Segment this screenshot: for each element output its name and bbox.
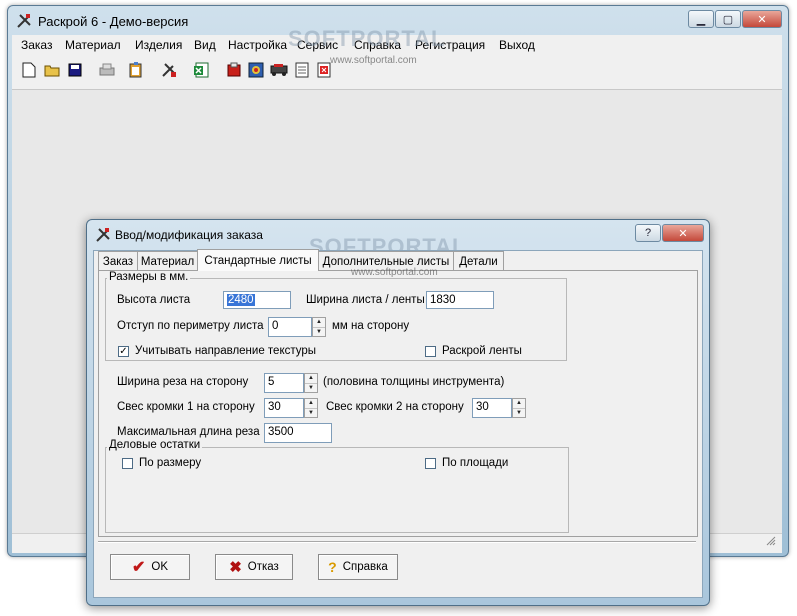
spin-up-icon[interactable]: ▲ bbox=[305, 399, 317, 409]
dialog-close-button[interactable]: ✕ bbox=[662, 224, 704, 242]
max-cut-label: Максимальная длина реза bbox=[117, 426, 260, 438]
dialog-title: Ввод/модификация заказа bbox=[115, 228, 263, 242]
question-icon: ? bbox=[328, 559, 337, 575]
overhang1-spinner[interactable]: ▲ ▼ bbox=[304, 398, 318, 418]
minimize-button[interactable]: ▁ bbox=[688, 10, 714, 28]
tab-material[interactable]: Материал bbox=[137, 251, 198, 271]
dialog-help-button[interactable]: ? bbox=[635, 224, 661, 242]
tab-details[interactable]: Детали bbox=[453, 251, 504, 271]
help-button-label: Справка bbox=[342, 561, 388, 573]
app-tools-icon bbox=[16, 13, 32, 32]
window-title: Раскрой 6 - Демо-версия bbox=[38, 14, 189, 29]
notepad-icon[interactable] bbox=[293, 61, 311, 79]
by-size-checkbox[interactable] bbox=[122, 458, 133, 469]
tape-cut-checkbox[interactable] bbox=[425, 346, 436, 357]
dialog-body: Заказ Материал Стандартные листы Дополни… bbox=[93, 249, 703, 598]
excel-icon[interactable] bbox=[192, 61, 210, 79]
cut-width-note: (половина толщины инструмента) bbox=[323, 376, 505, 388]
margin-spinner[interactable]: ▲ ▼ bbox=[312, 317, 326, 337]
cancel-button-label: Отказ bbox=[247, 561, 279, 573]
cut-width-label: Ширина реза на сторону bbox=[117, 376, 249, 388]
help-button[interactable]: ? Справка bbox=[318, 554, 398, 580]
maximize-icon: ▢ bbox=[722, 13, 734, 26]
red-book-icon[interactable] bbox=[225, 61, 243, 79]
overhang2-label: Свес кромки 2 на сторону bbox=[326, 401, 464, 413]
sheet-height-input[interactable]: 2480 bbox=[223, 291, 291, 309]
max-cut-input[interactable]: 3500 bbox=[264, 423, 332, 443]
clipboard-icon[interactable] bbox=[127, 61, 145, 79]
margin-unit-label: мм на сторону bbox=[332, 320, 410, 332]
remnants-group-legend: Деловые остатки bbox=[107, 439, 203, 451]
watermark-url: www.softportal.com bbox=[351, 267, 438, 278]
order-dialog: Ввод/модификация заказа ? ✕ SOFTPORTAL w… bbox=[86, 219, 710, 606]
by-area-checkbox[interactable] bbox=[425, 458, 436, 469]
spin-down-icon[interactable]: ▼ bbox=[305, 384, 317, 393]
resize-grip-icon[interactable] bbox=[766, 535, 776, 549]
ok-button-label: OK bbox=[151, 561, 169, 573]
sheet-height-label: Высота листа bbox=[117, 294, 191, 306]
close-button[interactable]: ✕ bbox=[742, 10, 782, 28]
tools-icon[interactable] bbox=[160, 61, 178, 79]
margin-label: Отступ по периметру листа bbox=[117, 320, 264, 332]
sheet-width-input[interactable]: 1830 bbox=[426, 291, 494, 309]
cancel-button[interactable]: ✖ Отказ bbox=[215, 554, 293, 580]
menu-products[interactable]: Изделия bbox=[135, 38, 182, 52]
close-icon: ✕ bbox=[678, 227, 688, 240]
open-folder-icon[interactable] bbox=[43, 61, 61, 79]
watermark-url: www.softportal.com bbox=[330, 55, 417, 66]
spin-up-icon[interactable]: ▲ bbox=[305, 374, 317, 384]
tab-order[interactable]: Заказ bbox=[98, 251, 138, 271]
watermark-logo: SOFTPORTAL bbox=[288, 26, 446, 51]
tab-page-standard-sheets: Размеры в мм. Высота листа 2480 Ширина л… bbox=[98, 270, 698, 537]
sizes-group-legend: Размеры в мм. bbox=[107, 271, 191, 283]
ok-button[interactable]: ✔ OK bbox=[110, 554, 190, 580]
spin-down-icon[interactable]: ▼ bbox=[513, 409, 525, 418]
by-area-label: По площади bbox=[442, 457, 509, 469]
overhang2-input[interactable]: 30 bbox=[472, 398, 512, 418]
checkmark-icon: ✔ bbox=[131, 559, 146, 576]
by-size-label: По размеру bbox=[139, 457, 202, 469]
new-file-icon[interactable] bbox=[20, 61, 38, 79]
print-icon[interactable] bbox=[98, 61, 116, 79]
menu-view[interactable]: Вид bbox=[194, 38, 216, 52]
overhang2-spinner[interactable]: ▲ ▼ bbox=[512, 398, 526, 418]
help-icon: ? bbox=[644, 227, 652, 239]
menu-order[interactable]: Заказ bbox=[21, 38, 52, 52]
spin-down-icon[interactable]: ▼ bbox=[313, 328, 325, 337]
menu-exit[interactable]: Выход bbox=[499, 38, 535, 52]
cancel-x-icon: ✖ bbox=[229, 559, 242, 576]
truck-icon[interactable] bbox=[270, 61, 288, 79]
tab-standard-sheets[interactable]: Стандартные листы bbox=[197, 249, 319, 271]
cut-width-spinner[interactable]: ▲ ▼ bbox=[304, 373, 318, 393]
minimize-icon: ▁ bbox=[696, 13, 706, 26]
spin-up-icon[interactable]: ▲ bbox=[313, 318, 325, 328]
image-icon[interactable] bbox=[247, 61, 265, 79]
close-icon: ✕ bbox=[757, 13, 767, 26]
spin-up-icon[interactable]: ▲ bbox=[513, 399, 525, 409]
cut-width-input[interactable]: 5 bbox=[264, 373, 304, 393]
checkmark-icon: ✓ bbox=[119, 345, 128, 357]
button-separator bbox=[98, 541, 696, 543]
spin-down-icon[interactable]: ▼ bbox=[305, 409, 317, 418]
dialog-tools-icon bbox=[95, 227, 111, 246]
menu-material[interactable]: Материал bbox=[65, 38, 121, 52]
tape-cut-label: Раскрой ленты bbox=[442, 345, 522, 357]
sheet-width-label: Ширина листа / ленты bbox=[306, 294, 425, 306]
menu-settings[interactable]: Настройка bbox=[228, 38, 287, 52]
maximize-button[interactable]: ▢ bbox=[715, 10, 741, 28]
margin-input[interactable]: 0 bbox=[268, 317, 312, 337]
overhang1-input[interactable]: 30 bbox=[264, 398, 304, 418]
texture-label: Учитывать направление текстуры bbox=[135, 345, 317, 357]
texture-checkbox[interactable]: ✓ bbox=[118, 346, 129, 357]
save-icon[interactable] bbox=[66, 61, 84, 79]
overhang1-label: Свес кромки 1 на сторону bbox=[117, 401, 255, 413]
